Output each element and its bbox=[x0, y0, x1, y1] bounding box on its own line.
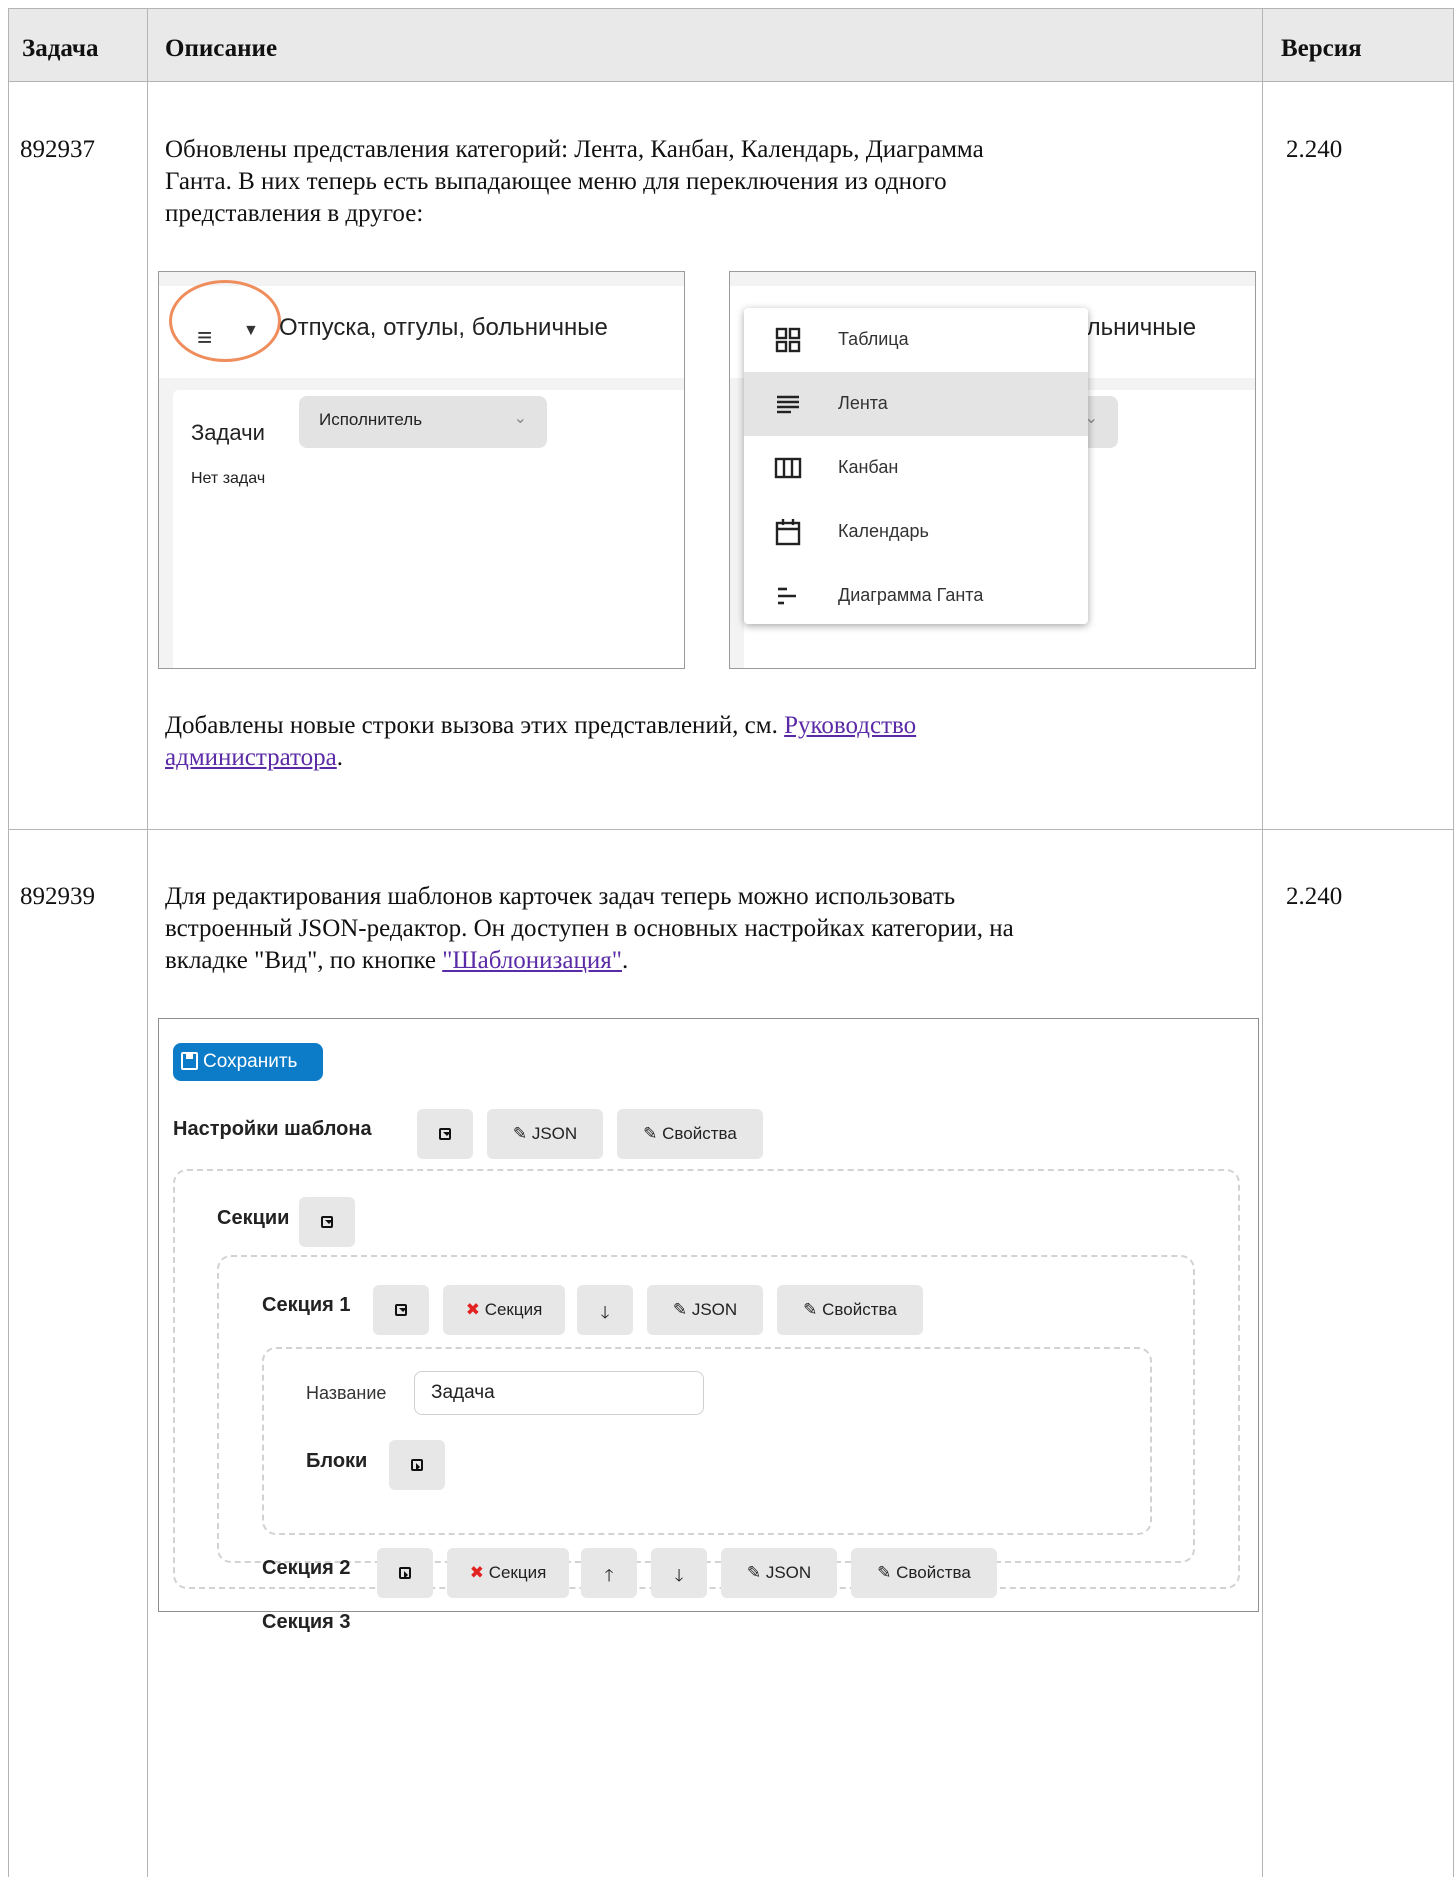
header-task: Задача bbox=[22, 35, 99, 62]
gantt-icon bbox=[778, 587, 796, 605]
column-divider bbox=[147, 9, 148, 1877]
screenshot-view-menu: больничные ⌄ Таблица Лента Канбан Календ… bbox=[729, 271, 1256, 669]
row1-description: Обновлены представления категорий: Лента… bbox=[165, 134, 1235, 230]
note-text: . bbox=[336, 744, 343, 771]
chevron-down-icon: ⌄ bbox=[513, 410, 527, 427]
column-divider bbox=[1262, 9, 1263, 1877]
table-header: Задача Описание Версия bbox=[9, 9, 1453, 82]
row2-version: 2.240 bbox=[1286, 883, 1343, 910]
no-tasks-text: Нет задач bbox=[191, 470, 266, 487]
menu-item-label: Календарь bbox=[838, 521, 929, 541]
row1-note: Добавлены новые строки вызова этих предс… bbox=[165, 710, 1235, 774]
admin-guide-link[interactable]: Руководство bbox=[784, 712, 916, 739]
row-divider bbox=[9, 829, 1453, 830]
row2-desc-line: вкладке "Вид", по кнопке "Шаблонизация". bbox=[165, 945, 1235, 977]
row1-version: 2.240 bbox=[1286, 136, 1343, 163]
menu-item-label: Диаграмма Ганта bbox=[838, 585, 984, 605]
assignee-dropdown-label: Исполнитель bbox=[319, 410, 423, 429]
row1-desc-line: Ганта. В них теперь есть выпадающее меню… bbox=[165, 168, 947, 195]
menu-item-calendar[interactable]: Календарь bbox=[744, 500, 1088, 564]
row1-desc-line: представления в другое: bbox=[165, 200, 424, 227]
header-version: Версия bbox=[1281, 35, 1362, 62]
highlight-circle bbox=[169, 280, 281, 362]
kanban-icon bbox=[774, 457, 802, 479]
desc-text: вкладке "Вид", по кнопке bbox=[165, 947, 443, 974]
row2-desc-line: встроенный JSON-редактор. Он доступен в … bbox=[165, 915, 1014, 942]
menu-item-gantt[interactable]: Диаграмма Ганта bbox=[744, 564, 1088, 628]
note-text: Добавлены новые строки вызова этих предс… bbox=[165, 712, 785, 739]
menu-item-feed[interactable]: Лента bbox=[744, 372, 1088, 436]
desc-text: . bbox=[622, 947, 629, 974]
menu-item-label: Канбан bbox=[838, 457, 899, 477]
calendar-icon bbox=[775, 519, 801, 546]
admin-guide-link[interactable]: администратора bbox=[165, 744, 337, 771]
menu-item-label: Таблица bbox=[838, 329, 909, 349]
caret-down-icon[interactable]: ▼ bbox=[243, 322, 259, 340]
assignee-dropdown[interactable]: Исполнитель ⌄ bbox=[299, 396, 547, 448]
menu-item-kanban[interactable]: Канбан bbox=[744, 436, 1088, 500]
templating-link[interactable]: "Шаблонизация" bbox=[442, 947, 622, 974]
row1-desc-line: Обновлены представления категорий: Лента… bbox=[165, 136, 984, 163]
row1-task-id: 892937 bbox=[20, 136, 95, 163]
row2-desc-line: Для редактирования шаблонов карточек зад… bbox=[165, 883, 956, 910]
menu-item-label: Лента bbox=[838, 393, 888, 413]
row1-note-line2: администратора. bbox=[165, 742, 1235, 774]
screenshot-view-header: ≡ ▼ Отпуска, отгулы, больничные Задачи И… bbox=[158, 271, 685, 669]
category-title: Отпуска, отгулы, больничные bbox=[279, 314, 608, 341]
view-switch-menu: Таблица Лента Канбан Календарь Диаграмма… bbox=[744, 308, 1088, 624]
row2-description: Для редактирования шаблонов карточек зад… bbox=[165, 881, 1235, 977]
tasks-label: Задачи bbox=[191, 420, 265, 445]
list-icon bbox=[777, 395, 799, 414]
row2-task-id: 892939 bbox=[20, 883, 95, 910]
header-description: Описание bbox=[165, 35, 278, 62]
grid-icon bbox=[775, 327, 801, 353]
row1-note-line1: Добавлены новые строки вызова этих предс… bbox=[165, 710, 1235, 742]
menu-item-table[interactable]: Таблица bbox=[744, 308, 1088, 372]
editor-lower-area bbox=[158, 1018, 1259, 1718]
menu-lines-icon[interactable]: ≡ bbox=[197, 322, 212, 353]
